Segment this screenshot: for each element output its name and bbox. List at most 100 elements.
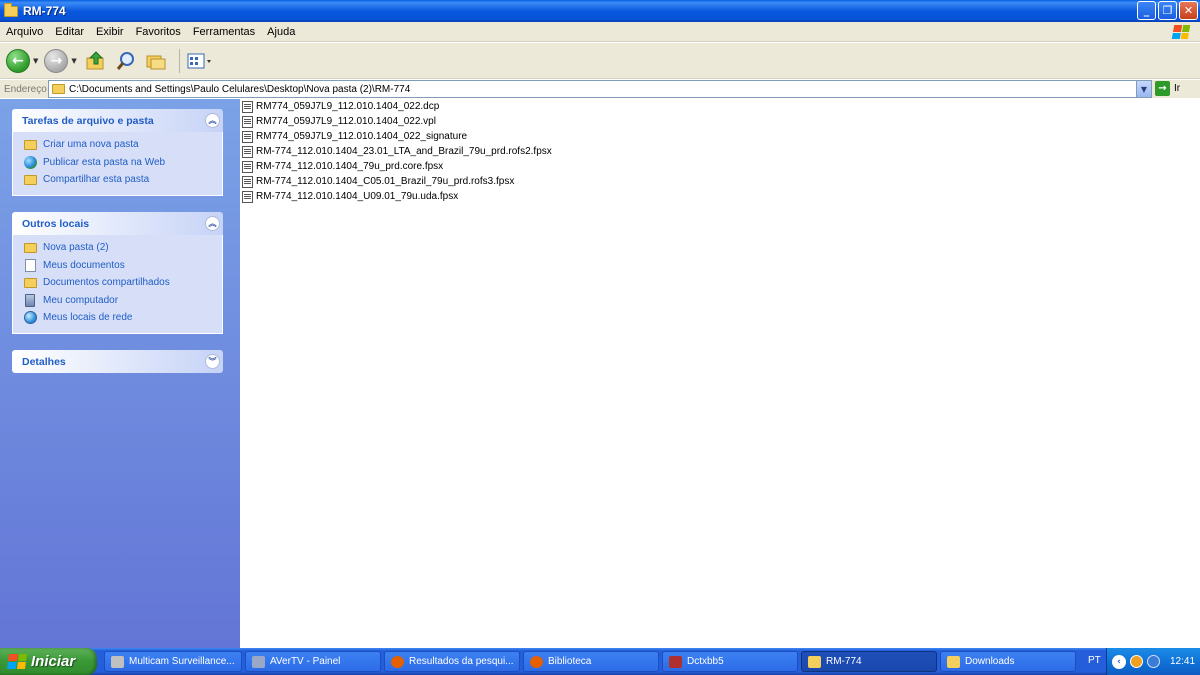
place-locais-de-rede-label[interactable]: Meus locais de rede [43,312,133,323]
collapse-icon[interactable]: ︽ [205,216,220,231]
file-name: RM774_059J7L9_112.010.1404_022.dcp [256,101,440,112]
file-icon [242,130,253,143]
task-label: Resultados da pesqui... [409,656,514,667]
search-icon[interactable] [113,48,139,74]
taskbar: Iniciar Multicam Surveillance... AVerTV … [0,648,1200,675]
window-title: RM-774 [23,4,66,18]
place-meus-documentos[interactable]: Meus documentos [23,257,222,275]
address-bar: Endereço C:\Documents and Settings\Paulo… [0,80,1200,98]
place-meu-computador-label[interactable]: Meu computador [43,295,118,306]
file-item[interactable]: RM774_059J7L9_112.010.1404_022.dcp [242,99,439,114]
file-tasks-header[interactable]: Tarefas de arquivo e pasta ︽ [12,109,223,132]
expand-icon[interactable]: ︾ [205,354,220,369]
windows-logo-icon [6,654,28,669]
task-resultados[interactable]: Resultados da pesqui... [384,651,520,672]
network-icon [23,311,37,325]
new-folder-icon [23,138,37,152]
language-indicator[interactable]: PT [1088,655,1101,666]
minimize-button[interactable]: _ [1137,1,1156,20]
address-label: Endereço [4,83,47,95]
place-nova-pasta[interactable]: Nova pasta (2) [23,239,222,257]
app-icon [669,655,682,668]
task-label: Multicam Surveillance... [129,656,235,667]
back-icon[interactable]: ← [6,48,30,73]
task-rm-774[interactable]: RM-774 [801,651,937,672]
file-item[interactable]: RM774_059J7L9_112.010.1404_022_signature [242,129,467,144]
folders-icon[interactable] [143,48,169,74]
file-name: RM774_059J7L9_112.010.1404_022_signature [256,131,468,142]
clock[interactable]: 12:41 [1170,656,1195,667]
other-places-header[interactable]: Outros locais ︽ [12,212,223,235]
chevron-down-icon[interactable]: ▼ [1136,81,1151,97]
close-button[interactable]: ✕ [1179,1,1198,20]
place-documentos-compartilhados-label[interactable]: Documentos compartilhados [43,277,170,288]
place-meu-computador[interactable]: Meu computador [23,292,222,310]
collapse-icon[interactable]: ︽ [205,113,220,128]
task-label: RM-774 [826,656,862,667]
go-arrow-icon: → [1155,81,1170,96]
address-input[interactable]: C:\Documents and Settings\Paulo Celulare… [48,80,1152,98]
other-places-title: Outros locais [22,217,90,230]
place-documentos-compartilhados[interactable]: Documentos compartilhados [23,274,222,292]
task-new-folder-label[interactable]: Criar uma nova pasta [43,139,139,150]
menu-ajuda[interactable]: Ajuda [261,26,301,38]
details-panel: Detalhes ︾ [12,350,223,373]
file-item[interactable]: RM-774_112.010.1404_C05.01_Brazil_79u_pr… [242,174,514,189]
title-bar[interactable]: RM-774 _ ❐ ✕ [0,0,1200,22]
folder-icon [947,655,960,668]
tray-app-icon[interactable] [1147,655,1160,668]
task-downloads[interactable]: Downloads [940,651,1076,672]
back-dropdown-icon[interactable]: ▼ [33,57,38,65]
other-places-body: Nova pasta (2) Meus documentos Documento… [12,235,223,334]
menu-ferramentas[interactable]: Ferramentas [187,26,261,38]
views-icon[interactable] [186,48,212,74]
file-item[interactable]: RM774_059J7L9_112.010.1404_022.vpl [242,114,436,129]
file-name: RM-774_112.010.1404_79u_prd.core.fpsx [256,161,444,172]
start-button[interactable]: Iniciar [0,648,97,675]
go-button[interactable]: → Ir [1155,81,1180,96]
file-icon [242,115,253,128]
firefox-icon [530,655,543,668]
globe-icon [23,155,37,169]
file-item[interactable]: RM-774_112.010.1404_79u_prd.core.fpsx [242,159,443,174]
start-label: Iniciar [31,653,76,670]
task-biblioteca[interactable]: Biblioteca [523,651,659,672]
menu-favoritos[interactable]: Favoritos [130,26,187,38]
details-title: Detalhes [22,355,66,368]
forward-dropdown-icon[interactable]: ▼ [71,57,76,65]
task-dctxbb5[interactable]: Dctxbb5 [662,651,798,672]
menu-bar: Arquivo Editar Exibir Favoritos Ferramen… [0,22,1200,42]
address-path[interactable]: C:\Documents and Settings\Paulo Celulare… [69,84,410,95]
place-meus-documentos-label[interactable]: Meus documentos [43,260,125,271]
task-share-folder-label[interactable]: Compartilhar esta pasta [43,174,149,185]
file-tasks-panel: Tarefas de arquivo e pasta ︽ Criar uma n… [12,109,223,196]
file-item[interactable]: RM-774_112.010.1404_23.01_LTA_and_Brazil… [242,144,552,159]
window-controls: _ ❐ ✕ [1137,1,1198,20]
show-hidden-icons-icon[interactable]: ‹ [1112,654,1126,669]
task-publish-web-label[interactable]: Publicar esta pasta na Web [43,157,165,168]
windows-logo-icon [1166,23,1195,41]
tray-app-icon[interactable] [1130,655,1143,668]
task-share-folder[interactable]: Compartilhar esta pasta [23,171,222,189]
file-icon [242,100,253,113]
details-header[interactable]: Detalhes ︾ [12,350,223,373]
file-name: RM774_059J7L9_112.010.1404_022.vpl [256,116,436,127]
folder-icon [4,2,18,17]
task-avertv[interactable]: AVerTV - Painel [245,651,381,672]
task-publish-web[interactable]: Publicar esta pasta na Web [23,154,222,172]
task-multicam[interactable]: Multicam Surveillance... [104,651,242,672]
maximize-button[interactable]: ❐ [1158,1,1177,20]
up-folder-icon[interactable] [83,48,109,74]
computer-icon [23,293,37,307]
place-nova-pasta-label[interactable]: Nova pasta (2) [43,242,109,253]
file-icon [242,175,253,188]
file-list[interactable]: RM774_059J7L9_112.010.1404_022.dcp RM774… [240,99,1200,648]
forward-icon[interactable]: → [44,48,69,73]
menu-exibir[interactable]: Exibir [90,26,130,38]
file-item[interactable]: RM-774_112.010.1404_U09.01_79u.uda.fpsx [242,189,458,204]
menu-arquivo[interactable]: Arquivo [0,26,49,38]
place-locais-de-rede[interactable]: Meus locais de rede [23,309,222,327]
task-new-folder[interactable]: Criar uma nova pasta [23,136,222,154]
folder-icon [23,241,37,255]
menu-editar[interactable]: Editar [49,26,90,38]
